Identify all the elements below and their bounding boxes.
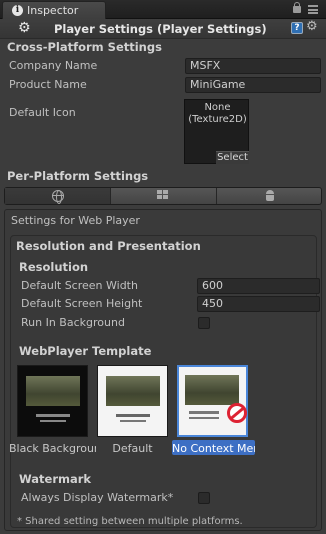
tab-android[interactable]	[217, 188, 321, 204]
default-icon-label: Default Icon	[9, 106, 76, 119]
no-context-menu-icon	[227, 403, 247, 423]
info-icon: i	[12, 5, 23, 16]
template-preview-text	[40, 420, 66, 422]
always-display-watermark-checkbox[interactable]	[198, 492, 210, 504]
company-name-label: Company Name	[9, 59, 98, 72]
texture-label: None (Texture2D)	[185, 102, 250, 126]
watermark-title: Watermark	[19, 472, 92, 486]
platform-tabs	[4, 187, 322, 205]
template-preview-image	[185, 375, 239, 405]
resolution-title: Resolution	[19, 260, 89, 274]
screen-width-label: Default Screen Width	[21, 279, 138, 292]
template-caption-black-background: Black Background	[9, 442, 96, 455]
tab-inspector[interactable]: i Inspector	[2, 1, 106, 19]
run-in-background-checkbox[interactable]	[198, 317, 210, 329]
webplayer-template-title: WebPlayer Template	[19, 344, 152, 358]
settings-gear-icon[interactable]: ⚙	[306, 20, 318, 34]
template-black-background[interactable]	[17, 365, 88, 437]
android-icon	[265, 190, 275, 202]
product-name-field[interactable]: MiniGame	[185, 77, 321, 93]
texture-none-text: None	[204, 102, 231, 113]
template-preview-text	[189, 417, 219, 419]
template-preview-image	[106, 376, 160, 406]
tab-inspector-label: Inspector	[27, 4, 79, 17]
product-name-label: Product Name	[9, 78, 87, 91]
menu-icon[interactable]	[308, 5, 318, 14]
company-name-field[interactable]: MSFX	[185, 58, 321, 74]
resolution-presentation-title[interactable]: Resolution and Presentation	[16, 239, 201, 253]
globe-icon	[52, 190, 64, 204]
header-title: Player Settings (Player Settings)	[54, 22, 267, 36]
select-button[interactable]: Select	[216, 151, 249, 164]
settings-for-label: Settings for Web Player	[11, 214, 140, 227]
always-display-watermark-label: Always Display Watermark*	[21, 491, 174, 504]
cross-platform-title: Cross-Platform Settings	[7, 40, 162, 54]
screen-height-field[interactable]: 450	[197, 296, 320, 312]
template-caption-no-context-menu: No Context Menu	[172, 442, 255, 455]
tab-web-player[interactable]	[5, 188, 111, 204]
windows-icon	[157, 190, 171, 202]
player-settings-gear-icon: ⚙	[18, 20, 31, 36]
template-preview-image	[26, 376, 80, 406]
run-in-background-label: Run In Background	[21, 316, 125, 329]
template-preview-text	[116, 414, 150, 417]
screen-height-label: Default Screen Height	[21, 297, 143, 310]
tab-windows-standalone[interactable]	[111, 188, 217, 204]
screen-width-field[interactable]: 600	[197, 278, 320, 294]
lock-icon[interactable]	[293, 2, 301, 13]
template-no-context-menu[interactable]	[177, 365, 248, 437]
template-preview-text	[189, 411, 219, 414]
texture-type-text: (Texture2D)	[188, 114, 247, 125]
template-caption-default: Default	[112, 442, 153, 455]
shared-setting-footnote: * Shared setting between multiple platfo…	[17, 516, 243, 527]
per-platform-title: Per-Platform Settings	[7, 169, 149, 183]
help-icon[interactable]: ?	[291, 22, 303, 34]
component-header: ⚙ Player Settings (Player Settings) ? ⚙	[0, 19, 326, 39]
inspector-tabstrip: i Inspector	[0, 0, 326, 19]
template-preview-text	[36, 414, 70, 417]
template-preview-text	[120, 420, 146, 422]
default-icon-picker[interactable]: None (Texture2D) Select	[184, 99, 249, 164]
template-default[interactable]	[97, 365, 168, 437]
